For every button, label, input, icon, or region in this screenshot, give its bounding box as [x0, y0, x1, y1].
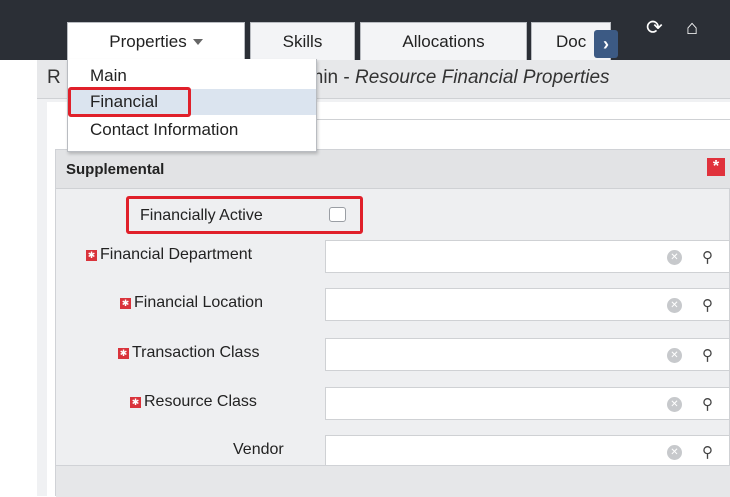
field-label: ✱ Financial Location — [120, 294, 263, 311]
refresh-icon[interactable]: ⟳ — [646, 18, 663, 38]
tab-allocations[interactable]: Allocations — [360, 22, 527, 60]
binoculars-icon[interactable]: ⚲ — [702, 296, 713, 314]
financial-department-field[interactable]: ✕ ⚲ — [325, 240, 730, 273]
binoculars-icon[interactable]: ⚲ — [702, 248, 713, 266]
field-label: ✱ Financial Department — [86, 246, 253, 263]
binoculars-icon[interactable]: ⚲ — [702, 346, 713, 364]
vendor-field[interactable]: ✕ ⚲ — [325, 435, 730, 468]
highlight-box — [68, 87, 191, 117]
menu-item-contact-information[interactable]: Contact Information — [68, 117, 316, 143]
clear-icon[interactable]: ✕ — [667, 348, 682, 363]
binoculars-icon[interactable]: ⚲ — [702, 395, 713, 413]
page-title-name: Resource Financial Properties — [355, 67, 610, 88]
financial-location-field[interactable]: ✕ ⚲ — [325, 288, 730, 321]
tab-documents-label: Doc — [556, 31, 587, 51]
tab-skills-label: Skills — [282, 31, 323, 51]
field-label: Vendor — [233, 441, 284, 458]
field-label: ✱ Resource Class — [130, 393, 257, 410]
field-label: ✱ Transaction Class — [118, 344, 260, 361]
tab-properties-label: Properties — [109, 31, 187, 51]
highlight-box — [126, 196, 363, 234]
resource-class-field[interactable]: ✕ ⚲ — [325, 387, 730, 420]
chevron-right-icon[interactable]: › — [594, 30, 618, 58]
menu-item-main[interactable]: Main — [68, 63, 316, 89]
page-title-prefix: R — [47, 67, 61, 88]
clear-icon[interactable]: ✕ — [667, 445, 682, 460]
required-icon: ✱ — [120, 298, 131, 309]
transaction-class-field[interactable]: ✕ ⚲ — [325, 338, 730, 371]
clear-icon[interactable]: ✕ — [667, 250, 682, 265]
home-icon[interactable]: ⌂ — [686, 18, 698, 38]
panel-title: Supplemental — [66, 161, 165, 178]
required-icon: ✱ — [86, 250, 97, 261]
binoculars-icon[interactable]: ⚲ — [702, 443, 713, 461]
required-icon: ✱ — [118, 348, 129, 359]
tab-properties[interactable]: Properties — [67, 22, 245, 60]
clear-icon[interactable]: ✕ — [667, 397, 682, 412]
required-icon: ✱ — [130, 397, 141, 408]
tab-allocations-label: Allocations — [402, 31, 485, 51]
chevron-down-icon — [192, 38, 203, 45]
panel-footer — [56, 465, 730, 497]
required-badge: * — [707, 158, 725, 176]
tab-skills[interactable]: Skills — [250, 22, 355, 60]
clear-icon[interactable]: ✕ — [667, 298, 682, 313]
